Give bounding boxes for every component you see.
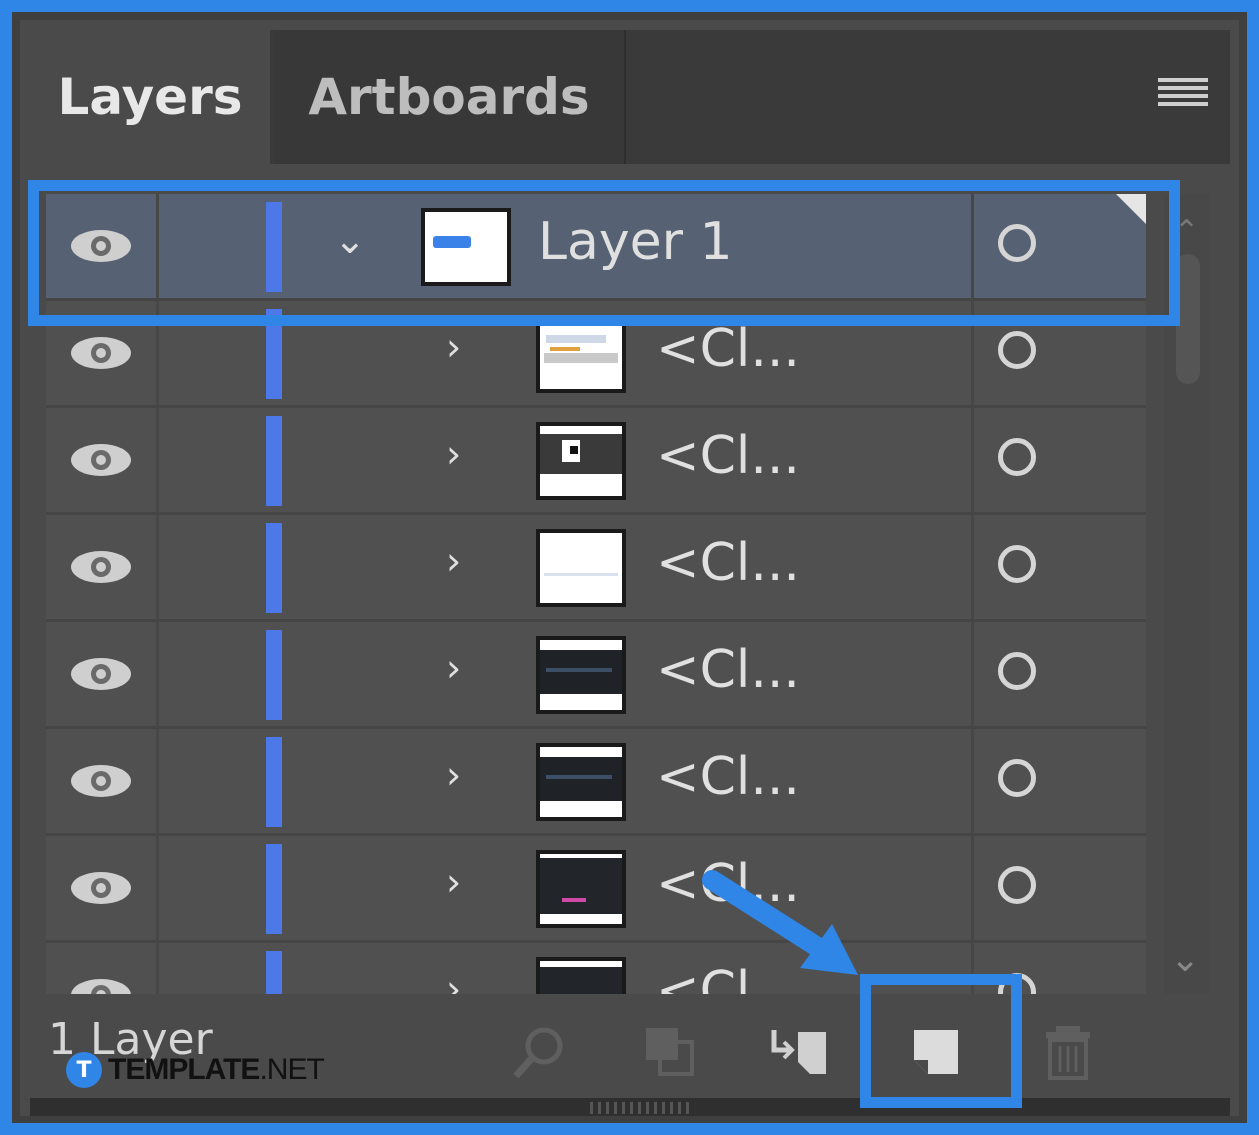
watermark-suffix: .NET xyxy=(259,1053,324,1086)
pointer-arrow-icon xyxy=(702,870,858,975)
watermark-brand: TEMPLATE xyxy=(108,1053,260,1086)
watermark: T TEMPLATE.NET xyxy=(66,1052,325,1088)
watermark-text: TEMPLATE.NET xyxy=(108,1053,325,1087)
watermark-badge: T xyxy=(66,1052,102,1088)
